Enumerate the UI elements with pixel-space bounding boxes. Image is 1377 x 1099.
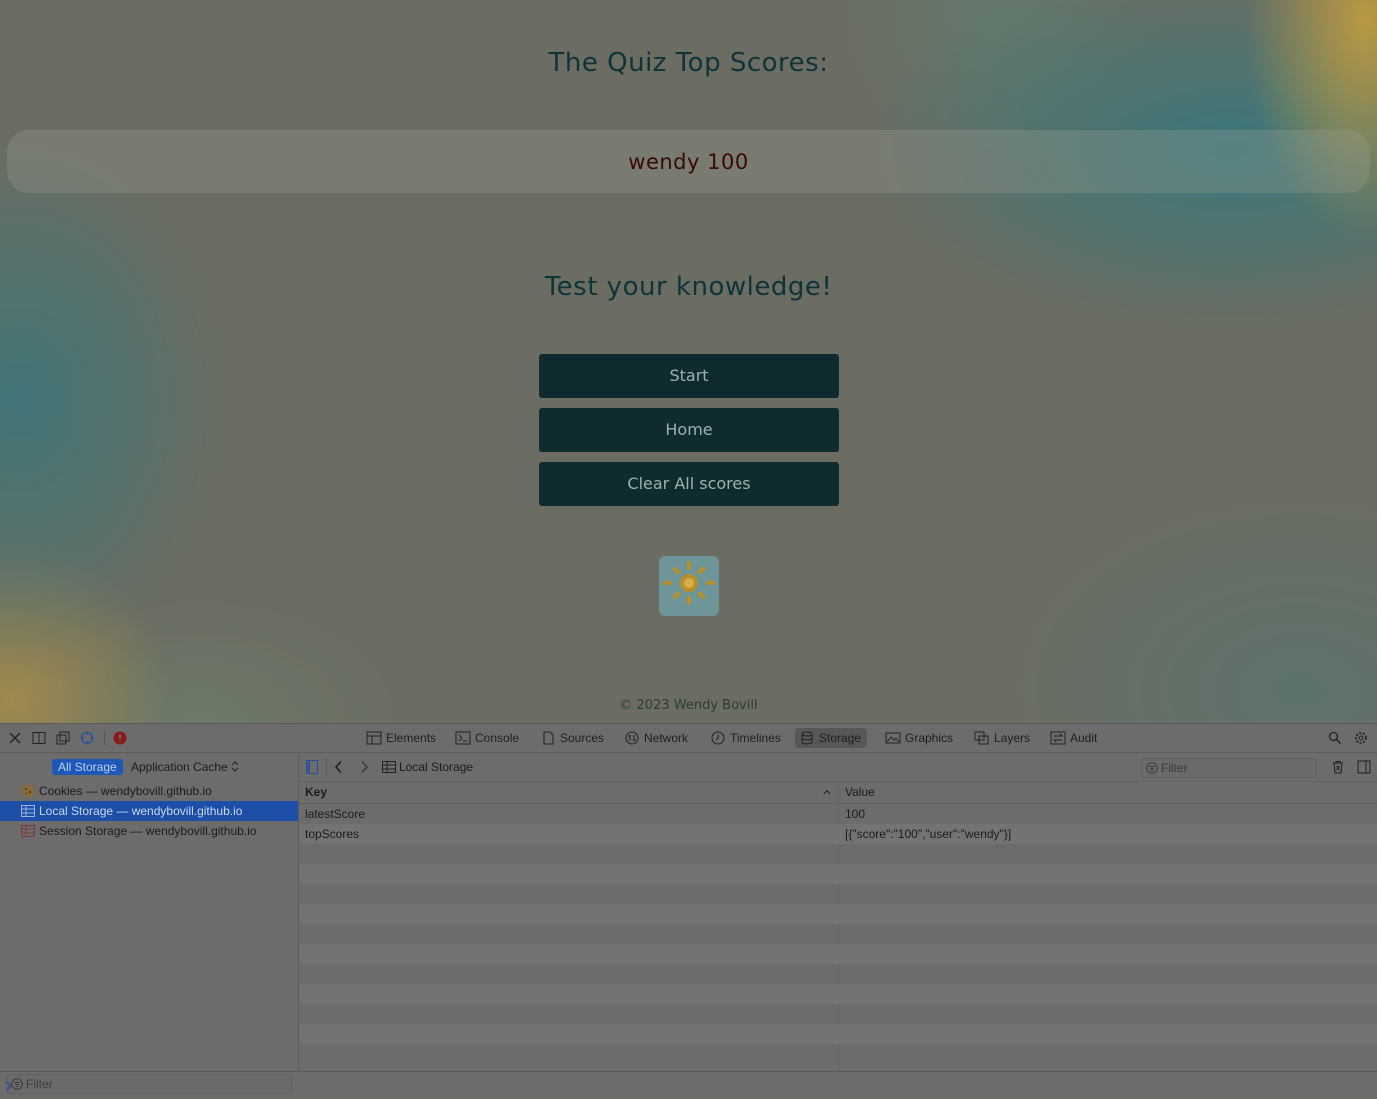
tab-graphics[interactable]: Graphics [881,728,959,748]
clear-scores-button[interactable]: Clear All scores [539,462,839,506]
storage-content: Local Storage Filter Key Value latestSco… [299,753,1377,1071]
scope-application-cache[interactable]: Application Cache [131,759,239,775]
row-value: [{"score":"100","user":"wendy"}] [845,827,1012,841]
details-sidebar-icon[interactable] [1357,760,1371,774]
column-key[interactable]: Key [305,782,327,803]
row-key: topScores [305,827,360,841]
quiz-page: The Quiz Top Scores: wendy 100 Test your… [0,0,1377,723]
storage-sidebar: All Storage Application Cache Cookies — … [0,753,299,1094]
tab-label: Audit [1070,731,1098,745]
tab-label: Storage [819,731,862,745]
sidebar-item-label: Local Storage — wendybovill.github.io [39,804,243,818]
tab-label: Sources [560,731,605,745]
console-prompt[interactable] [0,1071,1377,1099]
sidebar-item-cookies[interactable]: Cookies — wendybovill.github.io [0,781,298,801]
dock-side-icon[interactable] [32,731,46,745]
toggle-sidebar-icon[interactable] [306,760,318,774]
sun-icon [663,561,715,605]
filter-icon [1146,762,1158,774]
tab-sources[interactable]: Sources [536,728,610,748]
empty-row [299,904,1377,924]
network-icon [625,731,639,745]
page-subtitle: Test your knowledge! [544,272,833,302]
tab-elements[interactable]: Elements [362,728,442,748]
sources-icon [543,731,554,745]
sort-ascending-icon [823,789,831,795]
filter-placeholder: Filter [1161,761,1188,775]
empty-row [299,884,1377,904]
audit-icon [1050,731,1066,745]
inspector-toolbar: Elements Console Sources Network Timelin… [0,724,1377,753]
tab-audit[interactable]: Audit [1046,728,1103,748]
empty-row [299,984,1377,1004]
elements-icon [366,731,382,745]
table-row[interactable]: topScores [{"score":"100","user":"wendy"… [299,824,1377,844]
back-icon[interactable] [334,760,344,774]
cookie-icon [21,784,35,798]
trash-icon[interactable] [1331,760,1345,774]
storage-table-icon [21,825,35,837]
forward-icon[interactable] [359,760,369,774]
empty-row [299,944,1377,964]
sidebar-item-label: Cookies — wendybovill.github.io [39,784,212,798]
page-title: The Quiz Top Scores: [548,48,829,78]
score-entry: wendy 100 [628,150,749,174]
storage-table-icon [21,805,35,817]
empty-row [299,1004,1377,1024]
scope-all-storage[interactable]: All Storage [52,759,123,775]
tab-label: Network [644,731,689,745]
column-value[interactable]: Value [845,782,875,803]
home-button[interactable]: Home [539,408,839,452]
breadcrumb-label: Local Storage [399,760,474,774]
empty-row [299,924,1377,944]
tab-label: Graphics [905,731,954,745]
tab-timelines[interactable]: Timelines [706,728,787,748]
gear-icon[interactable] [1354,731,1368,745]
breadcrumb[interactable]: Local Storage [382,753,473,781]
close-icon[interactable] [8,731,22,745]
table-row[interactable]: latestScore 100 [299,804,1377,824]
search-icon[interactable] [1328,731,1342,745]
empty-row [299,1044,1377,1064]
tab-label: Elements [386,731,437,745]
tab-label: Timelines [730,731,781,745]
start-button[interactable]: Start [539,354,839,398]
row-key: latestScore [305,807,366,821]
sidebar-item-session-storage[interactable]: Session Storage — wendybovill.github.io [0,821,298,841]
empty-row [299,964,1377,984]
empty-row [299,1024,1377,1044]
undock-icon[interactable] [56,731,70,745]
prompt-chevron-icon [5,1081,13,1091]
tab-label: Console [475,731,520,745]
storage-icon [801,731,813,745]
scope-label: Application Cache [131,760,228,774]
element-picker-icon[interactable] [80,731,94,745]
tab-layers[interactable]: Layers [970,728,1036,748]
row-value: 100 [845,807,866,821]
empty-row [299,844,1377,864]
content-navigation: Local Storage Filter [299,753,1377,782]
tab-label: Layers [994,731,1031,745]
storage-table-icon [382,761,396,773]
empty-row [299,864,1377,884]
layers-icon [974,731,989,745]
tab-network[interactable]: Network [620,728,694,748]
tab-console[interactable]: Console [451,728,525,748]
chevron-updown-icon [231,761,239,772]
sidebar-item-local-storage[interactable]: Local Storage — wendybovill.github.io [0,801,298,821]
error-icon[interactable] [113,731,127,745]
console-icon [455,731,471,745]
graphics-icon [885,732,901,744]
theme-toggle-button[interactable] [659,556,719,616]
tab-storage[interactable]: Storage [795,728,868,748]
timelines-icon [711,731,725,745]
web-inspector: Elements Console Sources Network Timelin… [0,723,1377,1098]
sidebar-item-label: Session Storage — wendybovill.github.io [39,824,257,838]
content-filter-input[interactable]: Filter [1141,758,1317,778]
footer-copyright: © 2023 Wendy Bovill [619,698,758,713]
